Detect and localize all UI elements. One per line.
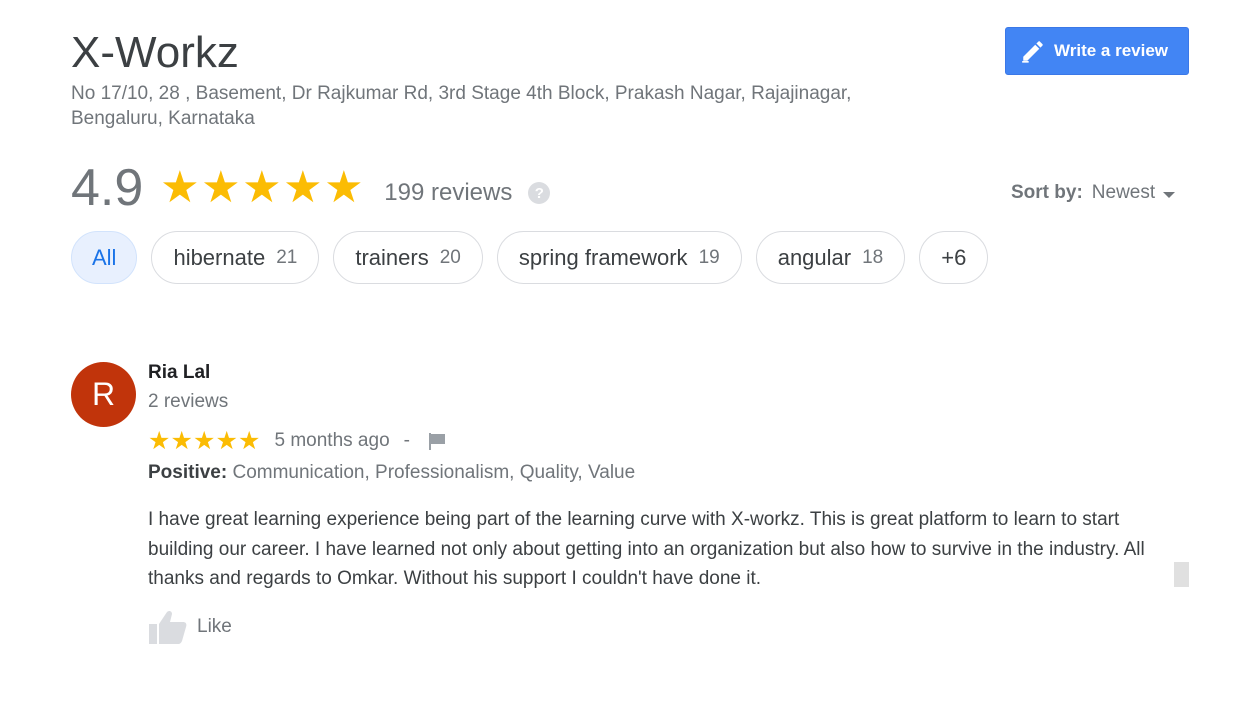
chip-trainers[interactable]: trainers 20 [333, 231, 483, 284]
chip-more[interactable]: +6 [919, 231, 989, 284]
pencil-icon [1022, 41, 1043, 63]
star-icon: ★ [238, 427, 261, 455]
chip-count: 18 [862, 246, 884, 268]
flag-icon[interactable] [427, 431, 447, 451]
chip-count: 21 [276, 246, 298, 268]
thumbs-up-icon [149, 610, 187, 644]
review-meta: ★ ★ ★ ★ ★ 5 months ago - [148, 428, 447, 454]
business-address: No 17/10, 28 , Basement, Dr Rajkumar Rd,… [71, 83, 852, 129]
star-icon: ★ [148, 427, 171, 455]
write-review-label: Write a review [1054, 41, 1169, 60]
chip-label: hibernate [173, 244, 266, 270]
star-icon: ★ [201, 163, 241, 212]
star-icon: ★ [324, 163, 364, 212]
write-review-button[interactable]: Write a review [1005, 27, 1189, 75]
filter-chips: All hibernate 21 trainers 20 spring fram… [71, 231, 989, 284]
chip-label: All [92, 244, 117, 270]
chip-label: trainers [355, 244, 429, 270]
rating-summary: 4.9 ★ ★ ★ ★ ★ 199 reviews ? [71, 158, 551, 218]
caret-down-icon [1163, 191, 1176, 198]
rating-stars: ★ ★ ★ ★ ★ [159, 166, 364, 210]
rating-value: 4.9 [71, 159, 144, 217]
star-icon: ★ [193, 427, 216, 455]
star-icon: ★ [283, 163, 323, 212]
sort-dropdown[interactable]: Sort by: Newest [1011, 182, 1176, 204]
star-icon: ★ [170, 427, 193, 455]
chip-label: +6 [941, 244, 967, 270]
star-icon: ★ [215, 427, 238, 455]
star-icon: ★ [242, 163, 282, 212]
separator: - [403, 430, 410, 451]
positive-label: Positive: [148, 462, 228, 483]
star-icon: ★ [160, 163, 200, 212]
reviewer-review-count[interactable]: 2 reviews [148, 391, 228, 413]
review-text: I have great learning experience being p… [148, 509, 1145, 589]
sort-label: Sort by: [1011, 182, 1083, 203]
chip-hibernate[interactable]: hibernate 21 [151, 231, 320, 284]
review-time: 5 months ago [274, 430, 390, 451]
like-label: Like [197, 616, 232, 637]
business-name: X-Workz [71, 28, 239, 77]
reviewer-name[interactable]: Ria Lal [148, 362, 210, 384]
positive-values: Communication, Professionalism, Quality,… [232, 462, 636, 483]
review-stars: ★ ★ ★ ★ ★ [148, 428, 261, 454]
like-button[interactable]: Like [148, 609, 232, 645]
avatar[interactable]: R [71, 362, 136, 427]
chip-angular[interactable]: angular 18 [755, 231, 906, 284]
chip-count: 20 [439, 246, 461, 268]
chip-count: 19 [698, 246, 720, 268]
scrollbar-thumb[interactable] [1174, 562, 1189, 587]
positive-attributes: Positive: Communication, Professionalism… [148, 462, 635, 484]
chip-label: spring framework [518, 244, 688, 270]
help-icon[interactable]: ? [528, 182, 551, 204]
chip-label: angular [777, 244, 852, 270]
sort-value: Newest [1091, 182, 1156, 203]
chip-spring-framework[interactable]: spring framework 19 [496, 231, 742, 284]
chip-all[interactable]: All [71, 231, 138, 284]
reviews-count-link[interactable]: 199 reviews [384, 179, 512, 207]
